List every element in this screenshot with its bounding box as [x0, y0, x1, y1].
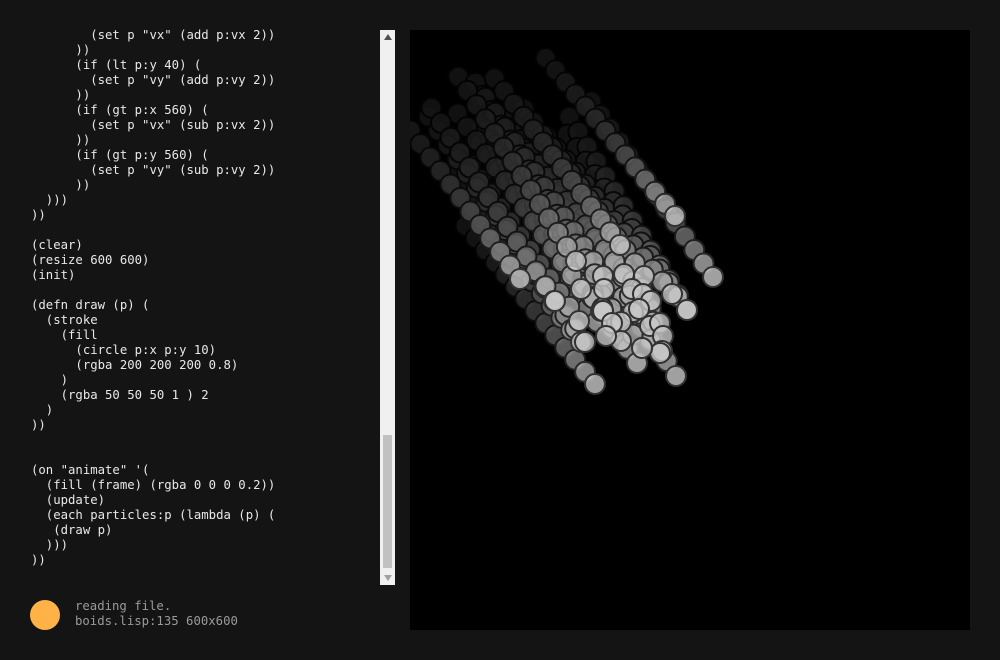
- particle: [595, 325, 617, 347]
- status-message: reading file.: [75, 599, 172, 613]
- particle: [584, 373, 606, 395]
- particle: [570, 278, 592, 300]
- status-text: reading file. boids.lisp:135 600x600: [75, 599, 238, 629]
- particle: [609, 234, 631, 256]
- status-indicator: [30, 600, 60, 630]
- particle: [664, 205, 686, 227]
- scroll-thumb[interactable]: [383, 435, 392, 568]
- particle: [665, 365, 687, 387]
- particle: [574, 331, 596, 353]
- triangle-down-icon: [383, 575, 392, 581]
- particle: [544, 290, 566, 312]
- particle: [649, 342, 671, 364]
- scroll-up-button[interactable]: [380, 30, 395, 44]
- particle-canvas: [410, 47, 724, 395]
- triangle-up-icon: [383, 34, 392, 40]
- scroll-down-button[interactable]: [380, 571, 395, 585]
- particle: [661, 283, 683, 305]
- particle: [631, 337, 653, 359]
- render-canvas[interactable]: [410, 30, 970, 630]
- particle: [565, 250, 587, 272]
- particle: [702, 266, 724, 288]
- particle: [509, 268, 531, 290]
- editor-scrollbar[interactable]: [380, 30, 395, 585]
- particle: [676, 299, 698, 321]
- particle: [568, 310, 590, 332]
- code-text[interactable]: (set p "vx" (add p:vx 2)) )) (if (lt p:y…: [0, 28, 380, 568]
- code-editor[interactable]: (set p "vx" (add p:vx 2)) )) (if (lt p:y…: [0, 28, 380, 584]
- status-file-info: boids.lisp:135 600x600: [75, 614, 238, 628]
- particle: [593, 278, 615, 300]
